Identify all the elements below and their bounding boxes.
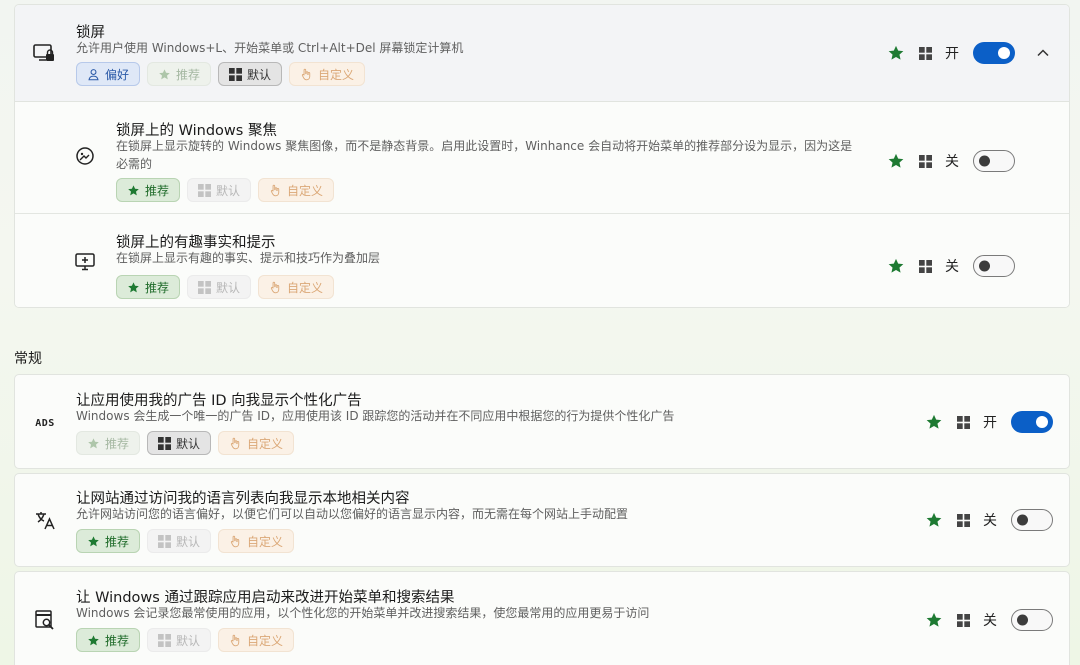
default-tag[interactable]: 默认: [187, 275, 252, 299]
star-icon: [158, 68, 171, 81]
tag-row: 推荐 默认 自定义: [76, 529, 295, 553]
windows-icon: [158, 437, 171, 450]
custom-tag[interactable]: 自定义: [258, 178, 335, 202]
tag-row: 推荐 默认 自定义: [116, 275, 335, 299]
recommended-tag[interactable]: 推荐: [147, 62, 212, 86]
custom-tag[interactable]: 自定义: [218, 431, 295, 455]
sub-setting-row: 锁屏上的 Windows 聚焦 在锁屏上显示旋转的 Windows 聚焦图像，而…: [15, 102, 1069, 213]
app-tracking-toggle[interactable]: [1011, 609, 1053, 631]
setting-description: Windows 会生成一个唯一的广告 ID，应用使用该 ID 跟踪您的活动并在不…: [76, 409, 675, 423]
setting-description: 在锁屏上显示旋转的 Windows 聚焦图像，而不是静态背景。启用此设置时，Wi…: [116, 139, 853, 171]
tag-row: 推荐 默认 自定义: [76, 628, 295, 652]
default-tag[interactable]: 默认: [147, 529, 212, 553]
toggle-state-label: 开: [945, 46, 959, 62]
toggle-state-label: 关: [945, 259, 959, 275]
tips-toggle[interactable]: [973, 255, 1015, 277]
toggle-state-label: 关: [945, 154, 959, 170]
recommended-tag[interactable]: 推荐: [76, 529, 141, 553]
monitor-tips-icon: [73, 250, 97, 274]
setting-controls: 开: [925, 410, 1053, 434]
custom-tag[interactable]: 自定义: [289, 62, 366, 86]
translate-icon: [33, 508, 57, 532]
tag-row: 推荐 默认 自定义: [116, 178, 335, 202]
hand-icon: [269, 281, 282, 294]
recommended-star-icon: [887, 44, 905, 62]
preference-tag[interactable]: 偏好: [76, 62, 141, 86]
setting-description: Windows 会记录您最常使用的应用，以个性化您的开始菜单并改进搜索结果，使您…: [76, 606, 650, 620]
windows-icon: [198, 184, 211, 197]
app-search-icon: [33, 608, 57, 632]
windows-default-icon: [919, 47, 932, 60]
custom-tag[interactable]: 自定义: [218, 628, 295, 652]
windows-default-icon: [957, 416, 970, 429]
setting-card: 让网站通过访问我的语言列表向我显示本地相关内容 允许网站访问您的语言偏好，以便它…: [14, 473, 1070, 567]
monitor-lock-icon: [32, 41, 56, 65]
setting-controls: 关: [887, 254, 1015, 278]
hand-icon: [229, 535, 242, 548]
tag-row: 推荐 默认 自定义: [76, 431, 295, 455]
recommended-star-icon: [887, 152, 905, 170]
windows-default-icon: [957, 614, 970, 627]
recommended-star-icon: [925, 511, 943, 529]
hand-icon: [229, 437, 242, 450]
setting-card: 让 Windows 通过跟踪应用启动来改进开始菜单和搜索结果 Windows 会…: [14, 571, 1070, 665]
custom-tag[interactable]: 自定义: [218, 529, 295, 553]
chevron-up-icon[interactable]: [1035, 45, 1051, 61]
toggle-state-label: 关: [983, 513, 997, 529]
default-tag[interactable]: 默认: [147, 431, 212, 455]
lockscreen-group: 锁屏 允许用户使用 Windows+L、开始菜单或 Ctrl+Alt+Del 屏…: [14, 4, 1070, 308]
setting-description: 允许用户使用 Windows+L、开始菜单或 Ctrl+Alt+Del 屏幕锁定…: [76, 41, 464, 55]
toggle-state-label: 关: [983, 613, 997, 629]
setting-description: 允许网站访问您的语言偏好，以便它们可以自动以您偏好的语言显示内容，而无需在每个网…: [76, 507, 629, 521]
hand-icon: [269, 184, 282, 197]
custom-tag[interactable]: 自定义: [258, 275, 335, 299]
star-icon: [127, 281, 140, 294]
setting-controls: 关: [887, 149, 1015, 173]
lockscreen-header[interactable]: 锁屏 允许用户使用 Windows+L、开始菜单或 Ctrl+Alt+Del 屏…: [15, 5, 1069, 102]
recommended-star-icon: [887, 257, 905, 275]
windows-default-icon: [919, 260, 932, 273]
setting-controls: 关: [925, 608, 1053, 632]
ads-icon: ADS: [35, 417, 55, 429]
star-icon: [127, 184, 140, 197]
windows-icon: [158, 634, 171, 647]
setting-controls: 开: [887, 41, 1015, 65]
ads-toggle[interactable]: [1011, 411, 1053, 433]
sub-setting-row: 锁屏上的有趣事实和提示 在锁屏上显示有趣的事实、提示和技巧作为叠加层 推荐 默认…: [15, 213, 1069, 307]
lockscreen-toggle[interactable]: [973, 42, 1015, 64]
windows-icon: [158, 535, 171, 548]
star-icon: [87, 634, 100, 647]
default-tag[interactable]: 默认: [187, 178, 252, 202]
section-title-general: 常规: [14, 351, 42, 367]
spotlight-toggle[interactable]: [973, 150, 1015, 172]
hand-icon: [300, 68, 313, 81]
recommended-star-icon: [925, 413, 943, 431]
toggle-state-label: 开: [983, 415, 997, 431]
hand-icon: [229, 634, 242, 647]
recommended-tag[interactable]: 推荐: [76, 628, 141, 652]
person-icon: [87, 68, 100, 81]
windows-icon: [229, 68, 242, 81]
default-tag[interactable]: 默认: [218, 62, 283, 86]
recommended-tag[interactable]: 推荐: [116, 178, 181, 202]
setting-controls: 关: [925, 508, 1053, 532]
tag-row: 偏好 推荐 默认 自定义: [76, 62, 366, 86]
language-toggle[interactable]: [1011, 509, 1053, 531]
star-icon: [87, 535, 100, 548]
recommended-tag[interactable]: 推荐: [116, 275, 181, 299]
default-tag[interactable]: 默认: [147, 628, 212, 652]
setting-card: ADS 让应用使用我的广告 ID 向我显示个性化广告 Windows 会生成一个…: [14, 374, 1070, 469]
star-icon: [87, 437, 100, 450]
setting-description: 在锁屏上显示有趣的事实、提示和技巧作为叠加层: [116, 251, 381, 265]
windows-default-icon: [919, 155, 932, 168]
recommended-tag[interactable]: 推荐: [76, 431, 141, 455]
recommended-star-icon: [925, 611, 943, 629]
spotlight-icon: [73, 144, 97, 168]
windows-default-icon: [957, 514, 970, 527]
windows-icon: [198, 281, 211, 294]
